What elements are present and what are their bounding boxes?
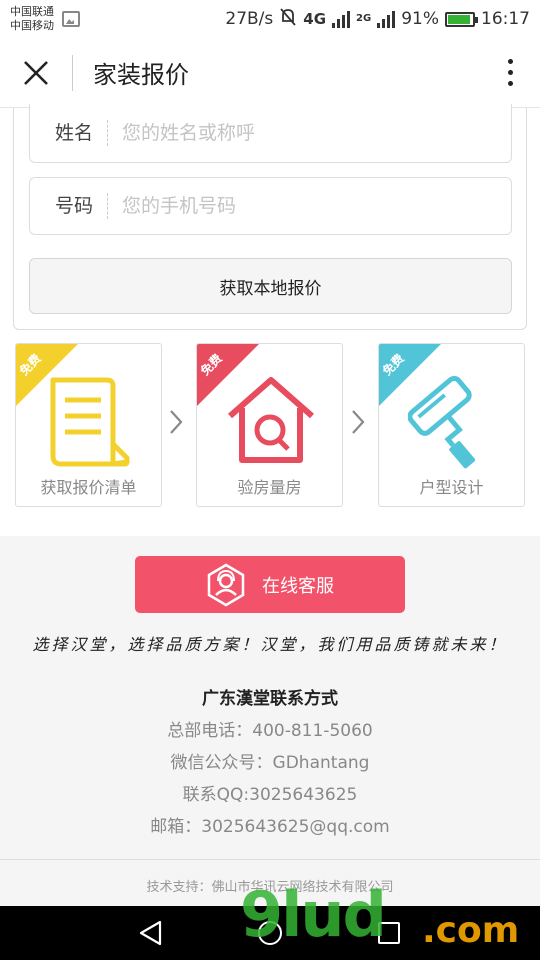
clock: 16:17: [481, 9, 530, 29]
more-vertical-icon: [507, 59, 513, 64]
contact-email[interactable]: 邮箱：3025643625@qq.com: [0, 812, 540, 837]
chevron-right-icon: [169, 409, 183, 442]
battery-icon: [445, 11, 478, 27]
contact-phone[interactable]: 总部电话：400-811-5060: [0, 716, 540, 741]
footer-divider: [0, 859, 540, 860]
net-2g-label: 2G: [356, 13, 372, 24]
mute-icon: [279, 7, 297, 32]
contact-title: 广东漢堂联系方式: [202, 689, 338, 709]
step-label: 验房量房: [237, 478, 302, 497]
chevron-right-icon: [351, 409, 365, 442]
carrier-2: 中国移动: [10, 19, 54, 32]
more-options-button[interactable]: [480, 38, 540, 108]
phone-field[interactable]: 号码: [29, 177, 512, 235]
contact-section: 在线客服 选择汉堂，选择品质方案！汉堂，我们用品质铸就未来！ 广东漢堂联系方式 …: [0, 536, 540, 906]
close-icon: [24, 60, 48, 85]
slogan: 选择汉堂，选择品质方案！汉堂，我们用品质铸就未来！: [32, 635, 508, 654]
gallery-icon: [62, 11, 80, 27]
signal-2g-icon: [377, 10, 396, 28]
carrier-info: 中国联通 中国移动: [10, 5, 54, 33]
service-steps: 免费 获取报价清单 免费 验房量房 免费 户型设计: [15, 343, 525, 507]
step-house-survey[interactable]: 免费 验房量房: [196, 343, 343, 507]
carrier-1: 中国联通: [10, 5, 54, 18]
app-header: 家装报价: [0, 38, 540, 108]
status-indicators: 27B/s 4G 2G 91% 16:17: [225, 7, 530, 32]
home-icon[interactable]: [258, 921, 282, 945]
net-4g-label: 4G: [303, 10, 327, 28]
tech-support: 技术支持：佛山市华讯云网络技术有限公司: [146, 880, 394, 895]
net-speed: 27B/s: [225, 9, 274, 29]
system-nav-bar: [0, 906, 540, 960]
contact-qq: 联系QQ:3025643625: [182, 785, 358, 805]
name-label: 姓名: [30, 120, 108, 146]
signal-4g-icon: [332, 10, 351, 28]
name-input[interactable]: [108, 122, 488, 144]
document-icon: [50, 377, 130, 467]
close-button[interactable]: [0, 38, 72, 108]
phone-label: 号码: [30, 193, 108, 219]
house-search-icon: [228, 377, 314, 463]
battery-level: 91%: [401, 9, 439, 29]
customer-service-icon: [207, 563, 245, 606]
online-service-button[interactable]: 在线客服: [135, 556, 405, 613]
paint-roller-icon: [408, 375, 476, 469]
step-label: 户型设计: [419, 478, 484, 497]
more-dot: [507, 70, 513, 75]
step-label: 获取报价清单: [40, 478, 137, 497]
page-title: 家装报价: [93, 61, 189, 89]
name-field[interactable]: 姓名: [29, 104, 512, 163]
recent-apps-icon[interactable]: [378, 922, 400, 944]
step-floorplan-design[interactable]: 免费 户型设计: [378, 343, 525, 507]
back-icon[interactable]: [138, 920, 164, 946]
online-service-label: 在线客服: [262, 575, 334, 597]
quote-form: 姓名 号码 获取本地报价: [13, 104, 527, 330]
contact-wechat: 微信公众号：GDhantang: [170, 753, 370, 773]
get-quote-button[interactable]: 获取本地报价: [29, 258, 512, 314]
status-bar: 中国联通 中国移动 27B/s 4G 2G 91% 16:17: [0, 0, 540, 38]
more-dot: [507, 81, 513, 86]
step-quote-list[interactable]: 免费 获取报价清单: [15, 343, 162, 507]
phone-input[interactable]: [108, 195, 488, 217]
